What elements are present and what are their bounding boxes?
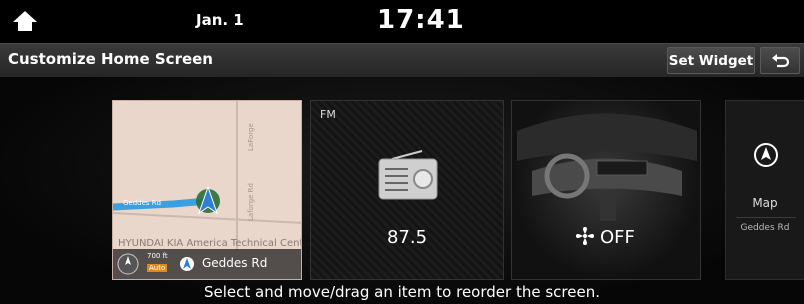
back-button[interactable] [760,47,800,74]
radio-icon [378,150,438,200]
map-info-bar: 700 ft Auto Geddes Rd [113,249,301,279]
nav-arrow-icon [180,257,194,271]
instruction-text: Select and move/drag an item to reorder … [204,283,600,301]
radio-frequency: 87.5 [386,227,428,248]
date-text: Jan. 1 [196,11,244,29]
page-title: Customize Home Screen [8,50,213,68]
shortcut-label: Map [752,196,778,210]
radio-widget-card[interactable]: FM 87.5 [310,100,504,280]
map-place-label: HYUNDAI KIA America Technical Center [118,238,302,249]
climate-state: OFF [600,227,635,248]
back-arrow-icon [772,54,790,68]
map-widget-card[interactable]: LaForge Laforge Rd Geddes Rd HYUNDAI KIA… [112,100,302,280]
radio-band: FM [320,108,336,121]
svg-text:LaForge: LaForge [247,123,255,151]
compass-icon [117,253,139,275]
clock: 17:41 [377,5,465,35]
svg-text:Laforge Rd: Laforge Rd [247,183,255,221]
map-scale-mode: Auto [147,264,168,272]
set-widget-button[interactable]: Set Widget [667,47,755,74]
climate-widget-card[interactable]: OFF [511,100,701,280]
home-icon[interactable] [12,10,38,32]
divider [736,217,796,218]
current-road: Geddes Rd [202,256,268,270]
title-bar: Customize Home Screen Set Widget [0,43,804,78]
map-scale: 700 ft [147,252,168,260]
svg-text:Geddes Rd: Geddes Rd [123,199,161,207]
car-interior-image [517,113,697,221]
navigation-icon [754,143,778,167]
map-shortcut-card[interactable]: Map Geddes Rd [725,100,804,280]
fan-icon [576,227,594,245]
shortcut-sublabel: Geddes Rd [740,223,790,233]
status-bar: Jan. 1 17:41 [0,0,804,42]
